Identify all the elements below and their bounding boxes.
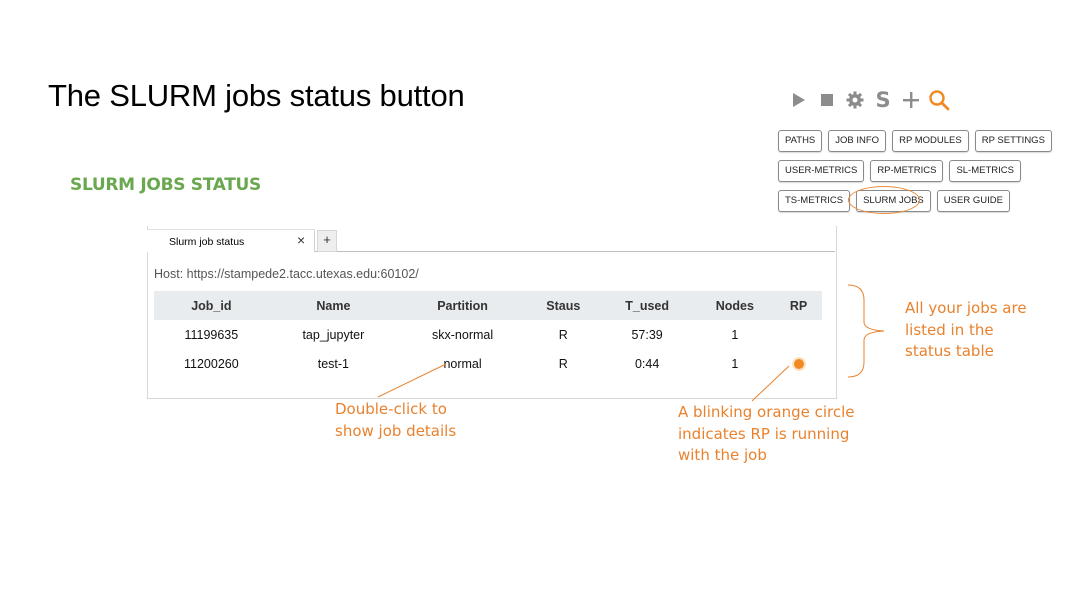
stop-icon[interactable] [813, 88, 841, 112]
col-status[interactable]: Staus [527, 291, 600, 320]
job-info-button[interactable]: JOB INFO [828, 130, 887, 152]
annotation-line: listed in the [905, 320, 994, 339]
cell-rp [775, 349, 822, 378]
user-metrics-button[interactable]: USER-METRICS [778, 160, 865, 182]
double-click-annotation: Double-click to show job details [335, 399, 456, 442]
menu-row-1: PATHS JOB INFO RP MODULES RP SETTINGS [778, 130, 1052, 152]
table-bracket [847, 284, 885, 378]
user-guide-button[interactable]: USER GUIDE [936, 190, 1010, 212]
host-label: Host: https://stampede2.tacc.utexas.edu:… [154, 267, 419, 281]
tab-label: Slurm job status [169, 236, 245, 248]
slurm-jobs-highlight-ring [848, 186, 920, 214]
annotation-line: A blinking orange circle [678, 403, 855, 421]
ts-metrics-button[interactable]: TS-METRICS [778, 190, 851, 212]
col-job-id[interactable]: Job_id [154, 291, 269, 320]
cell-status: R [558, 356, 568, 371]
col-name[interactable]: Name [268, 291, 399, 320]
slide-title: The SLURM jobs status button [48, 78, 465, 113]
cell-nodes: 1 [731, 327, 739, 342]
jobs-table: Job_id Name Partition Staus T_used Nodes… [154, 291, 822, 378]
annotation-line: All your jobs are [905, 299, 1027, 317]
cell-status: R [558, 327, 568, 342]
gear-icon[interactable] [841, 88, 869, 112]
sl-metrics-button[interactable]: SL-METRICS [949, 160, 1021, 182]
paths-button[interactable]: PATHS [778, 130, 823, 152]
rp-settings-button[interactable]: RP SETTINGS [974, 130, 1052, 152]
cell-rp [775, 320, 822, 349]
add-tab-button[interactable]: + [317, 230, 337, 252]
menu-row-2: USER-METRICS RP-METRICS SL-METRICS [778, 160, 1052, 182]
cell-nodes: 1 [731, 356, 739, 371]
play-icon[interactable] [785, 88, 813, 112]
col-t-used[interactable]: T_used [599, 291, 695, 320]
cell-job-id: 11200260 [184, 356, 239, 371]
plus-icon[interactable] [897, 88, 925, 112]
section-heading: SLURM JOBS STATUS [70, 175, 261, 195]
cell-name: test-1 [317, 356, 350, 371]
annotation-line: indicates RP is running [678, 424, 850, 443]
blinking-circle-annotation: A blinking orange circle indicates RP is… [678, 402, 855, 467]
rp-metrics-button[interactable]: RP-METRICS [870, 160, 944, 182]
s-icon[interactable]: S [869, 88, 897, 112]
table-row[interactable]: 11199635 tap_jupyter skx-normal R 57:39 … [154, 320, 822, 349]
cell-partition: skx-normal [432, 327, 494, 342]
cell-name: tap_jupyter [302, 327, 365, 342]
search-icon[interactable] [925, 88, 953, 112]
s-icon-letter: S [875, 88, 891, 112]
tab-slurm-job-status[interactable]: Slurm job status × [147, 229, 315, 252]
annotation-line: show job details [335, 421, 457, 440]
cell-job-id: 11199635 [184, 327, 239, 342]
col-nodes[interactable]: Nodes [694, 291, 776, 320]
col-rp[interactable]: RP [775, 291, 822, 320]
all-jobs-annotation: All your jobs are listed in the status t… [905, 298, 1027, 363]
annotation-line: status table [905, 342, 994, 360]
rp-modules-button[interactable]: RP MODULES [892, 130, 969, 152]
cell-partition: normal [443, 356, 482, 371]
close-icon[interactable]: × [297, 232, 305, 248]
cell-t-used: 0:44 [634, 356, 660, 371]
table-row[interactable]: 11200260 test-1 normal R 0:44 1 [154, 349, 822, 378]
annotation-line: with the job [678, 446, 767, 464]
toolbar: S [785, 88, 953, 112]
col-partition[interactable]: Partition [398, 291, 528, 320]
annotation-line: Double-click to [335, 400, 447, 418]
cell-t-used: 57:39 [631, 327, 663, 342]
rp-running-indicator-icon [793, 359, 804, 370]
table-header-row: Job_id Name Partition Staus T_used Nodes… [154, 291, 822, 320]
